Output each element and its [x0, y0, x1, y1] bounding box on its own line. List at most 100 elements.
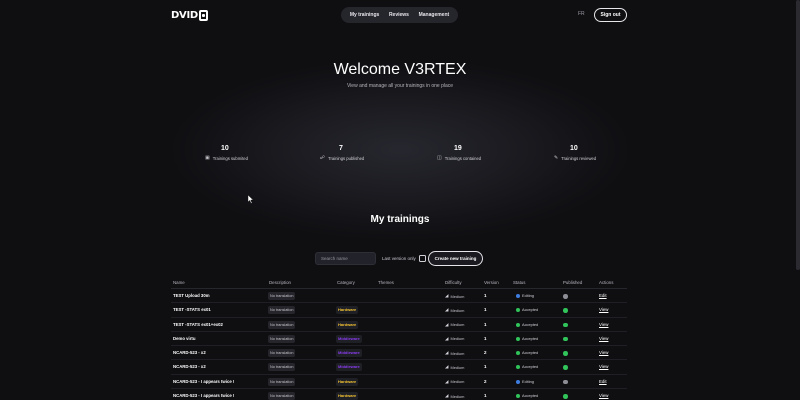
- page-background: DVID My trainings Reviews Management FR …: [0, 0, 800, 400]
- stat-label: ✎ Trainings reviewed: [554, 155, 664, 161]
- training-name: NCARD-523 - I appears twice !: [173, 378, 235, 384]
- page-subtitle: View and manage all your trainings in on…: [346, 83, 454, 89]
- stat-submitted: 10 ▣ Trainings submited: [205, 145, 315, 165]
- table-row[interactable]: NCARD-523 - x2 No translation Middleware ◢ M…: [171, 346, 627, 361]
- difficulty-label: Medium: [450, 350, 465, 356]
- megaphone-icon: ☍: [320, 155, 326, 161]
- nav-reviews[interactable]: Reviews: [389, 12, 409, 18]
- table-row[interactable]: TEST -STATS ex01+ex02 No translation Hardw…: [171, 318, 627, 332]
- row-action-link[interactable]: View: [599, 307, 608, 312]
- search-input[interactable]: [315, 252, 376, 265]
- status-label: Accepted: [522, 321, 539, 327]
- difficulty-label: Medium: [450, 336, 465, 342]
- difficulty: ◢ Medium: [445, 350, 464, 356]
- status-badge: Accepted: [516, 335, 538, 343]
- version-number: 2: [484, 350, 487, 356]
- difficulty-label: Medium: [450, 307, 465, 313]
- signal-icon: ◢: [445, 335, 449, 341]
- edit-icon: ✎: [554, 155, 559, 161]
- table-row[interactable]: TEST -STATS ex01 No translation Hardware ◢ M…: [171, 303, 627, 318]
- stat-label-text: Trainings published: [328, 155, 365, 161]
- nav-management[interactable]: Management: [419, 12, 450, 18]
- version-number: 1: [484, 393, 487, 399]
- column-header[interactable]: Version: [484, 280, 499, 285]
- category-badge: Middleware: [336, 363, 362, 372]
- published-indicator-icon: [563, 351, 568, 356]
- status-label: Accepted: [522, 364, 539, 370]
- column-header[interactable]: Difficulty: [445, 280, 462, 285]
- row-action-link[interactable]: Edit: [599, 379, 607, 384]
- column-header[interactable]: Published: [563, 280, 582, 285]
- page-scrollbar[interactable]: [796, 0, 800, 270]
- training-name: NCARD-523 - x2: [173, 364, 206, 370]
- status-badge: Accepted: [516, 392, 538, 400]
- create-training-button[interactable]: Create new training: [428, 251, 483, 266]
- table-row[interactable]: NCARD-523 - I appears twice ! No translat…: [171, 389, 627, 400]
- status-dot-icon: [516, 308, 520, 313]
- status-dot-icon: [516, 351, 520, 356]
- status-label: Accepted: [522, 393, 539, 399]
- last-version-toggle[interactable]: Last version only: [382, 255, 426, 262]
- sign-out-button[interactable]: Sign out: [594, 8, 627, 22]
- training-name: NCARD-523 - I appears twice !: [173, 393, 235, 399]
- difficulty: ◢ Medium: [445, 307, 464, 313]
- row-action-link[interactable]: View: [599, 322, 608, 327]
- status-badge: Accepted: [516, 321, 538, 329]
- status-dot-icon: [516, 379, 520, 384]
- published-indicator-icon: [563, 379, 568, 385]
- table-row[interactable]: TEST Upload 30m No translation ◢ Medium 1 Edi…: [171, 289, 627, 304]
- description-badge: No translation: [268, 334, 296, 343]
- description-badge: No translation: [268, 306, 296, 315]
- status-dot-icon: [516, 394, 520, 399]
- nav-my-trainings[interactable]: My trainings: [350, 12, 379, 18]
- top-nav: My trainings Reviews Management: [341, 7, 458, 23]
- stat-value: 19: [454, 145, 462, 152]
- stat-published: 7 ☍ Trainings published: [320, 145, 430, 165]
- row-action-link[interactable]: Edit: [599, 293, 607, 298]
- signal-icon: ◢: [445, 321, 449, 327]
- column-header[interactable]: Actions: [599, 280, 613, 285]
- status-badge: Accepted: [516, 363, 538, 371]
- last-version-label: Last version only: [382, 256, 416, 261]
- table-row[interactable]: NCARD-523 - x2 No translation Middleware ◢ M…: [171, 360, 627, 375]
- logo[interactable]: DVID: [171, 8, 208, 22]
- language-switch[interactable]: FR: [578, 11, 585, 17]
- difficulty: ◢ Medium: [445, 393, 464, 399]
- table-row[interactable]: Demo virtu No translation Middleware ◢ Mediu…: [171, 332, 627, 347]
- stat-label-text: Trainings contained: [444, 155, 482, 161]
- stat-label: ☍ Trainings published: [320, 155, 430, 161]
- row-action-link[interactable]: View: [599, 350, 608, 355]
- version-number: 1: [484, 293, 487, 298]
- difficulty: ◢ Medium: [445, 322, 464, 328]
- column-header[interactable]: Status: [513, 280, 525, 285]
- column-header[interactable]: Category: [337, 280, 355, 285]
- last-version-checkbox[interactable]: [418, 255, 426, 262]
- logo-mark-icon: [198, 9, 208, 21]
- category-badge: Hardware: [336, 377, 359, 386]
- column-header[interactable]: Description: [269, 280, 291, 285]
- stat-label-text: Trainings submited: [212, 155, 248, 161]
- status-label: Accepted: [522, 307, 539, 313]
- difficulty-label: Medium: [450, 393, 465, 399]
- row-action-link[interactable]: View: [599, 393, 608, 398]
- signal-icon: ◢: [445, 307, 449, 313]
- column-header[interactable]: Themes: [378, 280, 394, 285]
- section-title: My trainings: [370, 214, 430, 225]
- published-indicator-icon: [563, 322, 568, 328]
- status-badge: Accepted: [516, 349, 538, 357]
- table-row[interactable]: NCARD-523 - I appears twice ! No translat…: [171, 375, 627, 390]
- published-indicator-icon: [563, 294, 568, 299]
- column-header[interactable]: Name: [173, 280, 185, 285]
- category-badge: Hardware: [336, 306, 359, 315]
- difficulty: ◢ Medium: [445, 293, 464, 299]
- table-header: Name Description Category Themes Difficu…: [171, 277, 627, 289]
- category-badge: Hardware: [336, 392, 359, 400]
- difficulty-label: Medium: [450, 364, 465, 370]
- published-indicator-icon: [563, 308, 568, 313]
- status-label: Accepted: [522, 335, 539, 341]
- row-action-link[interactable]: View: [599, 336, 608, 341]
- row-action-link[interactable]: View: [599, 364, 608, 369]
- signal-icon: ◢: [445, 393, 449, 399]
- page-title: Welcome V3RTEX: [333, 61, 467, 78]
- status-dot-icon: [516, 365, 520, 370]
